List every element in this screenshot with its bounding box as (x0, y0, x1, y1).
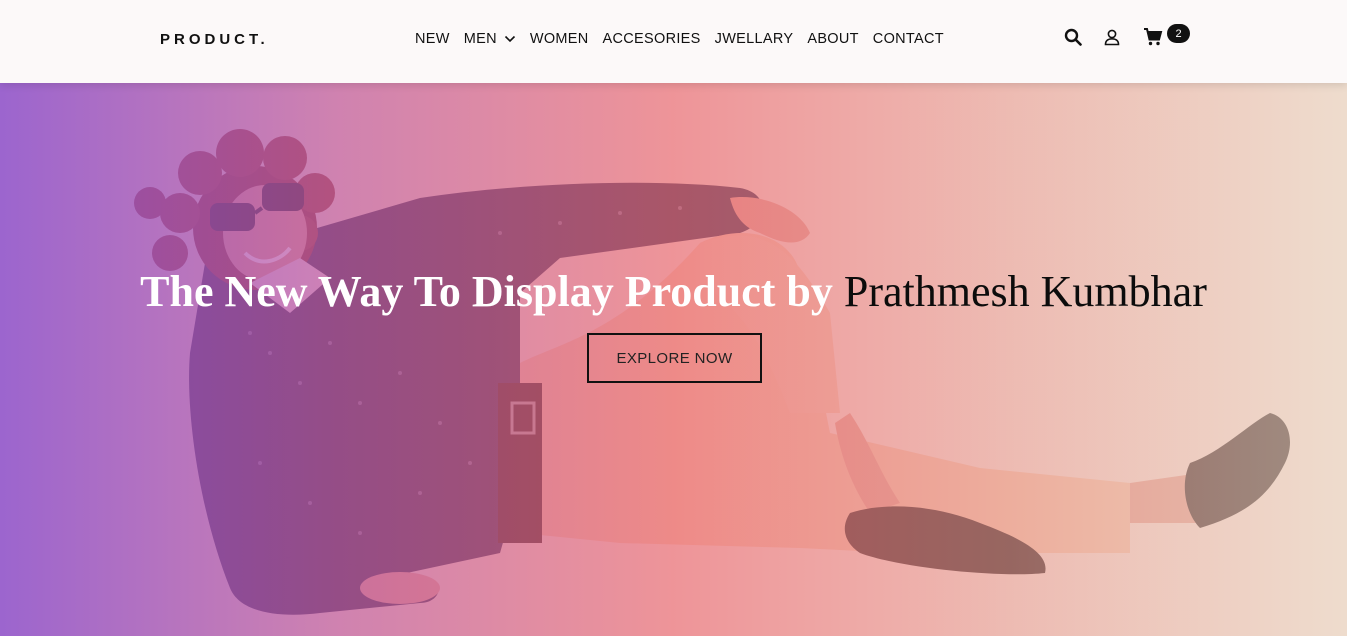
headline-main: The New Way To Display Product by (140, 267, 844, 316)
chevron-down-icon (504, 33, 516, 45)
nav-item-new[interactable]: NEW (415, 31, 450, 47)
site-header: PRODUCT. NEW MEN WOMEN ACCESORIES JWELLA… (0, 0, 1347, 83)
search-icon[interactable] (1062, 26, 1084, 48)
explore-now-button[interactable]: EXPLORE NOW (587, 333, 762, 383)
cart-count-badge: 2 (1167, 24, 1190, 43)
main-nav: NEW MEN WOMEN ACCESORIES JWELLARY ABOUT … (415, 31, 958, 47)
header-icons: 2 (1062, 24, 1190, 48)
user-icon[interactable] (1101, 26, 1123, 48)
headline-name: Prathmesh Kumbhar (843, 267, 1207, 316)
nav-label: CONTACT (872, 31, 944, 47)
cart-icon[interactable]: 2 (1142, 24, 1190, 48)
nav-item-contact[interactable]: CONTACT (873, 31, 944, 47)
nav-label: NEW (415, 31, 450, 47)
nav-label: ABOUT (807, 31, 859, 47)
nav-label: MEN (463, 31, 497, 47)
nav-item-about[interactable]: ABOUT (807, 31, 858, 47)
nav-label: WOMEN (529, 31, 589, 47)
nav-item-men[interactable]: MEN (464, 31, 516, 47)
nav-label: ACCESORIES (602, 31, 701, 47)
hero-headline: The New Way To Display Product by Prathm… (0, 266, 1347, 317)
hero-banner: The New Way To Display Product by Prathm… (0, 83, 1347, 636)
nav-item-jwellary[interactable]: JWELLARY (715, 31, 794, 47)
nav-item-women[interactable]: WOMEN (530, 31, 589, 47)
nav-item-accesories[interactable]: ACCESORIES (603, 31, 701, 47)
site-logo[interactable]: PRODUCT. (160, 31, 269, 48)
nav-label: JWELLARY (714, 31, 794, 47)
